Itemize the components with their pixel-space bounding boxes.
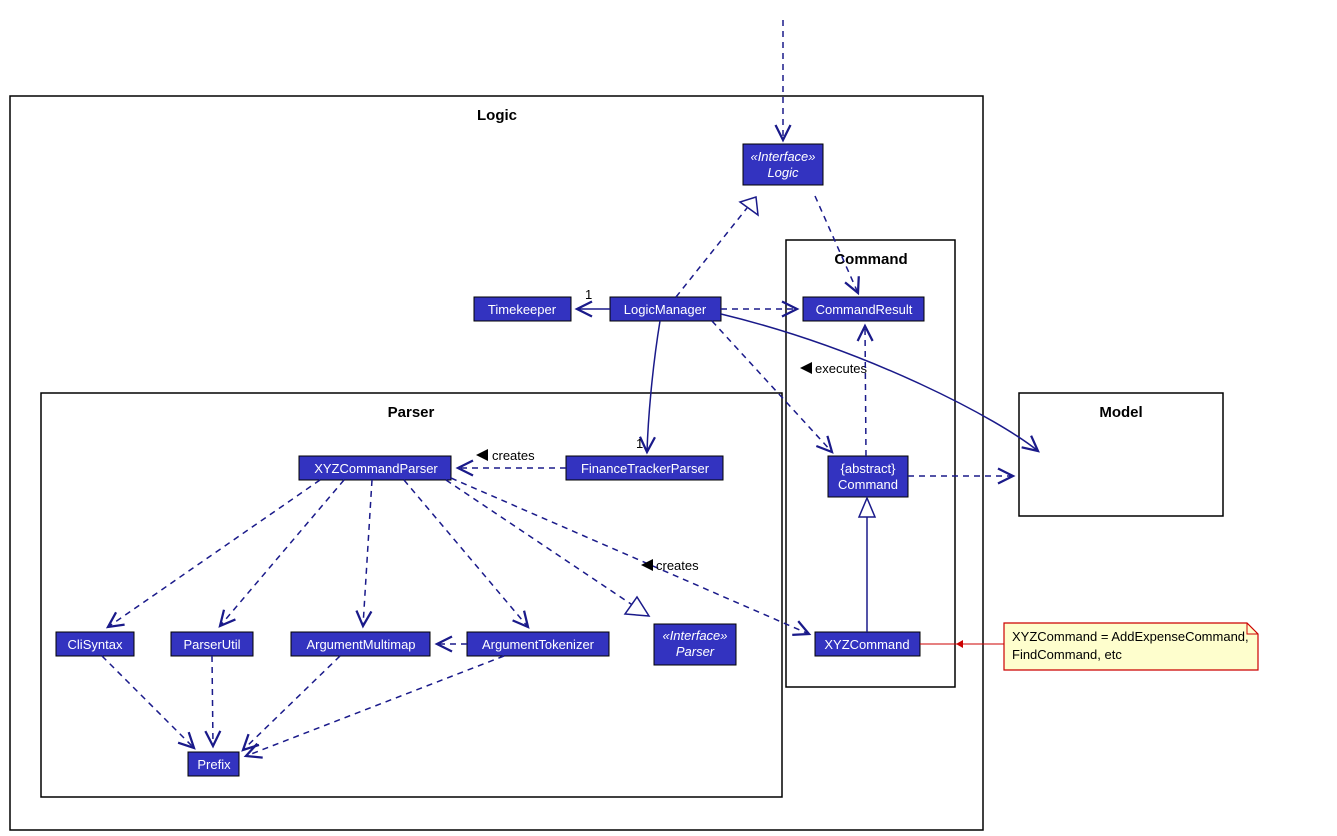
class-finance-tracker-parser: FinanceTrackerParser	[566, 456, 723, 480]
command-result-name: CommandResult	[816, 302, 913, 317]
class-argument-tokenizer: ArgumentTokenizer	[467, 632, 609, 656]
abstract-command-name: Command	[838, 477, 898, 492]
class-interface-parser: «Interface» Parser	[654, 624, 736, 665]
class-cli-syntax: CliSyntax	[56, 632, 134, 656]
logic-manager-name: LogicManager	[624, 302, 707, 317]
edge-argtokenizer-to-prefix	[246, 656, 504, 756]
edge-command-to-commandresult	[865, 326, 866, 456]
arrowhead-generalization-command	[859, 498, 875, 517]
package-model-label: Model	[1099, 404, 1142, 421]
interface-logic-stereotype: «Interface»	[750, 149, 815, 164]
finance-tracker-parser-name: FinanceTrackerParser	[581, 461, 710, 476]
interface-parser-stereotype: «Interface»	[662, 628, 727, 643]
label-creates-1-triangle	[476, 449, 488, 461]
class-prefix: Prefix	[188, 752, 239, 776]
parser-util-name: ParserUtil	[183, 637, 240, 652]
arrowhead-realization-logic	[740, 197, 758, 215]
package-logic-label: Logic	[477, 107, 517, 124]
note-xyzcommand: XYZCommand = AddExpenseCommand, FindComm…	[1004, 623, 1258, 670]
note-line2: FindCommand, etc	[1012, 647, 1122, 662]
multiplicity-financeparser: 1	[636, 436, 643, 451]
class-parser-util: ParserUtil	[171, 632, 253, 656]
arrowhead-realization-parser	[625, 597, 649, 616]
edge-logicmanager-to-model	[721, 314, 1038, 451]
uml-diagram: Logic Model Command Parser «Interface» L…	[0, 0, 1337, 836]
label-creates-2: creates	[656, 558, 699, 573]
cli-syntax-name: CliSyntax	[68, 637, 123, 652]
label-executes-triangle	[800, 362, 812, 374]
abstract-command-stereotype: {abstract}	[841, 461, 897, 476]
interface-logic-name: Logic	[767, 165, 799, 180]
xyz-command-name: XYZCommand	[824, 637, 909, 652]
edge-logic-to-commandresult	[815, 196, 858, 293]
package-command-label: Command	[834, 251, 907, 268]
class-xyz-command-parser: XYZCommandParser	[299, 456, 451, 480]
class-abstract-command: {abstract} Command	[828, 456, 908, 497]
argument-tokenizer-name: ArgumentTokenizer	[482, 637, 595, 652]
class-interface-logic: «Interface» Logic	[743, 144, 823, 185]
prefix-name: Prefix	[197, 757, 231, 772]
edge-logicmanager-to-financeparser	[647, 321, 660, 452]
label-executes: executes	[815, 361, 868, 376]
multiplicity-timekeeper: 1	[585, 287, 592, 302]
class-xyz-command: XYZCommand	[815, 632, 920, 656]
label-creates-2-triangle	[641, 559, 653, 571]
edge-clisyntax-to-prefix	[102, 656, 194, 748]
edge-argmultimap-to-prefix	[243, 656, 340, 750]
edge-xyzparser-to-argmultimap	[363, 480, 372, 626]
edge-logicmanager-realizes-logic	[676, 208, 747, 297]
timekeeper-name: Timekeeper	[488, 302, 557, 317]
edge-xyzparser-to-argtokenizer	[404, 480, 528, 627]
package-parser	[41, 393, 782, 797]
edge-xyzparser-realizes-parser	[446, 480, 634, 606]
edge-parserutil-to-prefix	[212, 656, 213, 746]
class-timekeeper: Timekeeper	[474, 297, 571, 321]
note-connector-arrow	[956, 640, 963, 648]
xyz-command-parser-name: XYZCommandParser	[314, 461, 438, 476]
edge-xyzparser-to-clisyntax	[108, 480, 320, 627]
class-argument-multimap: ArgumentMultimap	[291, 632, 430, 656]
interface-parser-name: Parser	[676, 644, 715, 659]
class-command-result: CommandResult	[803, 297, 924, 321]
class-logic-manager: LogicManager	[610, 297, 721, 321]
package-parser-label: Parser	[388, 404, 435, 421]
argument-multimap-name: ArgumentMultimap	[306, 637, 415, 652]
label-creates-1: creates	[492, 448, 535, 463]
note-line1: XYZCommand = AddExpenseCommand,	[1012, 629, 1249, 644]
edge-xyzparser-to-parserutil	[220, 480, 344, 626]
